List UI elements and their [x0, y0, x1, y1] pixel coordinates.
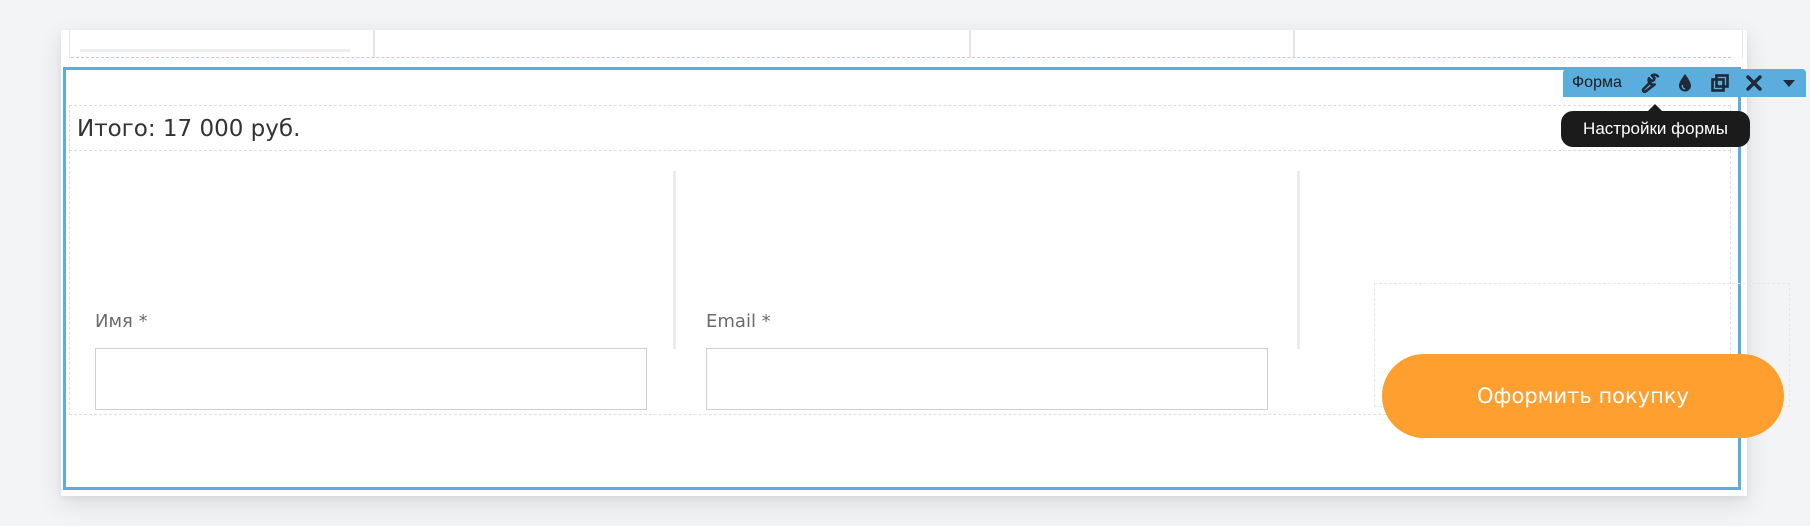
tooltip-arrow	[1648, 104, 1662, 111]
wrench-icon[interactable]	[1634, 69, 1668, 97]
total-text: Итого: 17 000 руб.	[77, 116, 301, 142]
drop-icon[interactable]	[1668, 69, 1702, 97]
form-settings-tooltip: Настройки формы	[1561, 111, 1750, 147]
name-field[interactable]	[95, 348, 647, 410]
previous-block-column	[1293, 30, 1743, 58]
toolbar-label: Форма	[1572, 74, 1622, 91]
total-row: Итого: 17 000 руб.	[69, 105, 1731, 151]
previous-block-row	[61, 30, 1747, 58]
duplicate-icon[interactable]	[1703, 69, 1737, 97]
column-divider	[673, 171, 676, 349]
previous-block-bar	[80, 49, 350, 52]
page-canvas: Итого: 17 000 руб. Имя * Email * Оформит…	[61, 30, 1806, 496]
previous-block-column	[69, 30, 375, 58]
form-toolbar: Форма	[1563, 69, 1806, 97]
caret-down-icon[interactable]	[1772, 69, 1806, 97]
email-field[interactable]	[706, 348, 1268, 410]
previous-block-column	[373, 30, 971, 58]
name-field-label: Имя *	[95, 311, 148, 332]
previous-block-boundary	[71, 57, 1731, 58]
email-field-label: Email *	[706, 311, 771, 332]
previous-block-column	[969, 30, 1295, 58]
close-icon[interactable]	[1737, 69, 1771, 97]
checkout-button[interactable]: Оформить покупку	[1382, 354, 1784, 438]
column-divider	[1297, 171, 1300, 349]
